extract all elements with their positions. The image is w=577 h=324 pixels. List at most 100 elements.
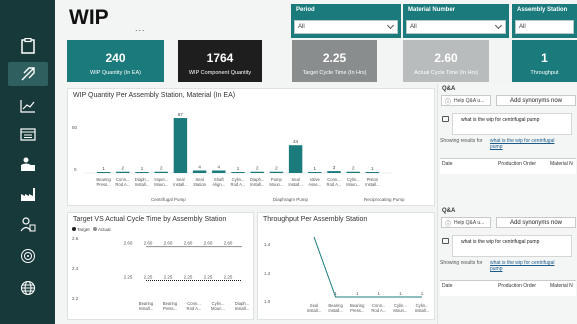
kpi-label: WIP Quantity (In EA) (90, 70, 141, 76)
material-number-slicer: Material Number All (403, 4, 509, 38)
material-number-dropdown[interactable]: All (406, 20, 506, 34)
feather-icon[interactable] (8, 62, 48, 86)
qa-help-dropdown[interactable]: ⓘ Help Q&A u... (441, 95, 491, 106)
data-label: 1 (421, 291, 424, 296)
page-title: WIP (69, 6, 109, 29)
cycle-plot-area: 2.60 2.60 2.60 2.60 2.60 2.60 2.25 2.25 2.25 2.25… (98, 233, 252, 319)
data-label: 87 (178, 112, 184, 117)
cycle-line-svg: 2.60 2.60 2.60 2.60 2.60 2.60 2.25 2.25 2.25 2.25… (124, 241, 250, 311)
calendar-icon[interactable] (15, 122, 41, 146)
bar (173, 118, 188, 173)
assembly-station-dropdown[interactable]: All (515, 20, 574, 34)
x-tick-label: Install... (328, 308, 342, 313)
slicer-label: Assembly Station (517, 7, 568, 13)
qa-result-link[interactable]: what is the wip for centrifugal pump (490, 138, 562, 150)
x-tick-label: Rod A... (231, 182, 246, 187)
x-tick-label: Press... (163, 306, 177, 311)
throughput-series-line (313, 236, 422, 298)
table-header[interactable]: Material N (550, 283, 573, 289)
x-tick-label: Asse... (308, 182, 321, 187)
slicer-value: All (410, 24, 417, 30)
y-tick-label: 1.0 (264, 299, 271, 304)
chat-icon (442, 238, 449, 244)
bar (154, 171, 168, 173)
data-label: 2.60 (204, 241, 213, 246)
bar (327, 171, 341, 173)
globe-icon[interactable] (15, 276, 41, 300)
x-tick-label: Install... (365, 182, 379, 187)
line-chart-icon[interactable] (15, 94, 41, 118)
kpi-label: Throughput (530, 70, 559, 76)
worker-icon[interactable] (15, 152, 41, 176)
bar (346, 171, 360, 173)
target-icon[interactable] (15, 244, 41, 268)
table-header[interactable]: Date (442, 161, 453, 167)
data-label: 2.25 (124, 275, 133, 280)
x-tick-label: Install... (235, 306, 249, 311)
add-synonyms-button[interactable]: Add synonyms now (496, 95, 576, 106)
x-tick-label: Align... (212, 182, 225, 187)
table-header[interactable]: Date (442, 283, 453, 289)
clipboard-icon[interactable] (15, 34, 41, 58)
data-label: 2.60 (184, 241, 193, 246)
legend-target: Target (77, 227, 90, 232)
data-label: 1 (102, 166, 105, 171)
assembly-station-slicer: Assembly Station All (512, 4, 577, 38)
qa-title: Q&A (442, 208, 456, 214)
y-tick-label: 1.4 (264, 242, 271, 247)
data-label: 2.60 (224, 241, 233, 246)
data-label: 1 (356, 291, 359, 296)
x-tick-label: Install... (288, 182, 302, 187)
qa-panel: Q&A ⓘ Help Q&A u... Add synonyms now what… (437, 206, 577, 324)
kpi-card-actual-cycle-time: 2.60 Actual Cycle Time (In Hrs) (403, 40, 489, 82)
x-tick-label: Rod A... (371, 308, 386, 313)
data-label: 1 (237, 166, 240, 171)
chart-title: Throughput Per Assembly Station (263, 216, 368, 223)
add-synonyms-button[interactable]: Add synonyms now (496, 217, 576, 228)
chat-icon (442, 116, 449, 122)
cycle-time-chart: Target VS Actual Cycle Time by Assembly … (67, 212, 254, 320)
bar (192, 170, 207, 173)
table-header[interactable]: Production Order (498, 161, 536, 167)
table-header[interactable]: Material N (550, 161, 573, 167)
group-label: Diaphragm Pump (273, 197, 309, 202)
bar (212, 170, 226, 173)
kpi-value: 1764 (206, 51, 234, 65)
data-label: 1 (334, 291, 337, 296)
qa-question-input[interactable]: what is the wip for centrifugal pump (452, 113, 572, 135)
x-tick-label: Install... (139, 306, 153, 311)
bar (308, 172, 322, 173)
data-label: 2.60 (144, 241, 153, 246)
y-tick-label: 0 (74, 167, 77, 172)
bar (269, 171, 284, 173)
x-tick-label: Install... (135, 182, 149, 187)
table-header[interactable]: Production Order (498, 283, 536, 289)
period-dropdown[interactable]: All (294, 20, 398, 34)
x-tick-label: Install... (307, 308, 321, 313)
y-tick-label: 2.4 (72, 266, 79, 271)
data-label: 2.60 (124, 241, 133, 246)
more-options-icon[interactable]: ... (135, 23, 146, 33)
data-label: 4 (198, 164, 201, 169)
bar (116, 171, 130, 173)
x-tick-label: Moun... (346, 182, 360, 187)
data-label: 3 (333, 165, 336, 170)
legend-actual: Actual (97, 227, 111, 232)
people-icon[interactable] (15, 212, 41, 236)
kpi-label: WIP Component Quantity (188, 70, 252, 76)
throughput-plot-area: 1 1 1 1 1 Seal Install... Bearing Install... Bear… (304, 233, 432, 319)
data-label: 1 (141, 166, 144, 171)
group-label: Reciprocating Pump (364, 197, 405, 202)
slicer-label: Period (296, 7, 315, 13)
chevron-down-icon (386, 21, 395, 30)
x-tick-label: Moun... (211, 306, 225, 311)
qa-result-link[interactable]: what is the wip for centrifugal pump (490, 260, 562, 272)
x-tick-label: Station (193, 182, 207, 187)
qa-help-dropdown[interactable]: ⓘ Help Q&A u... (441, 217, 491, 228)
kpi-value: 1 (541, 51, 548, 65)
chevron-down-icon (494, 21, 503, 30)
sidebar (0, 0, 55, 324)
wip-plot-area: 1 Bearing Press... 2 Conn... Rod A... 1 Diaph..… (84, 103, 432, 205)
factory-icon[interactable] (15, 182, 41, 206)
qa-question-input[interactable]: what is the wip for centrifugal pump (452, 235, 572, 257)
